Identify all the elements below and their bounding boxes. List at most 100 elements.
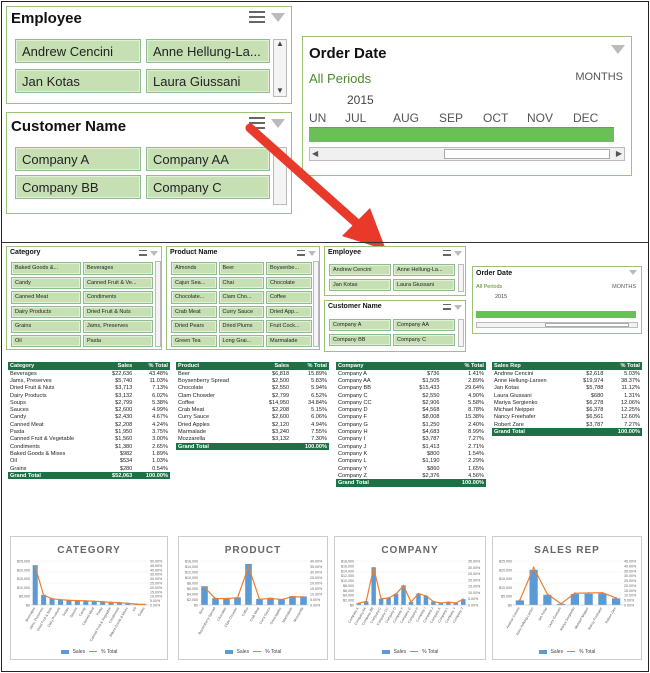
column-header[interactable]: Category <box>8 362 102 370</box>
slicer-item[interactable]: Chocolate... <box>171 291 217 304</box>
time-level-selector[interactable]: MONTHS <box>575 71 623 83</box>
scroll-thumb[interactable] <box>444 149 610 159</box>
multi-select-icon[interactable] <box>139 250 147 256</box>
slicer-item[interactable]: Dried Plums <box>218 320 264 333</box>
slicer-item[interactable]: Anne Hellung-La... <box>393 264 455 276</box>
slicer-item[interactable]: Jan Kotas <box>329 279 391 291</box>
time-level-selector[interactable]: MONTHS <box>612 284 636 290</box>
slicer-item[interactable]: Canned Meat <box>11 291 81 304</box>
scroll-up-icon[interactable]: ▲ <box>274 40 286 48</box>
slicer-item[interactable]: Clam Cho... <box>218 291 264 304</box>
timeline-scrollbar[interactable] <box>476 322 638 328</box>
slicer-item[interactable]: Candy <box>11 276 81 289</box>
column-header[interactable] <box>571 362 606 370</box>
timeline-month-label[interactable]: OCT <box>483 111 508 125</box>
slicer-item[interactable]: Oil <box>11 334 81 347</box>
table-cell: Crab Meat <box>178 407 205 414</box>
table-cell: $2,550 <box>271 385 290 392</box>
slicer-item[interactable]: Andrew Cencini <box>15 39 141 63</box>
clear-filter-icon[interactable] <box>150 250 158 256</box>
slicer-item[interactable]: Cajun Sea... <box>171 276 217 289</box>
column-header[interactable]: % Total <box>605 362 642 370</box>
slicer-item[interactable]: Long Grai... <box>218 334 264 347</box>
multi-select-icon[interactable] <box>249 11 265 23</box>
column-header[interactable] <box>400 362 442 370</box>
clear-filter-icon[interactable] <box>454 250 462 256</box>
slicer-scrollbar[interactable] <box>313 261 319 347</box>
slicer-item[interactable]: Grains <box>11 320 81 333</box>
slicer-item[interactable]: Jams, Preserves <box>83 320 153 333</box>
slicer-item[interactable]: Company A <box>15 147 141 171</box>
slicer-item[interactable]: Baked Goods &... <box>11 262 81 275</box>
column-header[interactable]: Sales Rep <box>492 362 572 370</box>
scroll-down-icon[interactable]: ▼ <box>274 87 286 95</box>
slicer-item[interactable]: Company AA <box>393 319 455 331</box>
multi-select-icon[interactable] <box>443 250 451 256</box>
slicer-item[interactable]: Almonds <box>171 262 217 275</box>
timeline-bar[interactable] <box>476 311 636 318</box>
column-header[interactable]: Company <box>336 362 401 370</box>
clear-filter-icon[interactable] <box>271 12 285 22</box>
slicer-item[interactable]: Pasta <box>83 334 153 347</box>
clear-filter-icon[interactable] <box>629 270 637 275</box>
slicer-item[interactable]: Canned Fruit & Ve... <box>83 276 153 289</box>
table-row: Company CC $2,906 5.58% <box>336 399 486 406</box>
slicer-item[interactable]: Green Tea <box>171 334 217 347</box>
table-cell: $2,799 <box>271 392 290 399</box>
y2-tick-label: 10.00% <box>150 595 163 599</box>
slicer-item[interactable]: Jan Kotas <box>15 69 141 93</box>
pct-total-point <box>546 593 549 596</box>
slicer-scrollbar[interactable]: ▲ ▼ <box>273 39 287 97</box>
table-cell: Laura Giussani <box>494 392 532 399</box>
column-header[interactable]: Sales <box>101 362 135 370</box>
multi-select-icon[interactable] <box>297 250 305 256</box>
timeline-month-label[interactable]: NOV <box>527 111 553 125</box>
slicer-item[interactable]: Chai <box>218 276 264 289</box>
slicer-item[interactable]: Dried Pears <box>171 320 217 333</box>
slicer-item[interactable]: Dairy Products <box>11 305 81 318</box>
slicer-item[interactable]: Beverages <box>83 262 153 275</box>
slicer-item[interactable]: Fruit Cock... <box>266 320 312 333</box>
slicer-item[interactable]: Coffee <box>266 291 312 304</box>
slicer-item[interactable]: Curry Sauce <box>218 305 264 318</box>
slicer-scrollbar[interactable] <box>155 261 161 347</box>
slicer-item[interactable]: Company BB <box>329 334 391 346</box>
x-category-label: Laura Giussani <box>547 606 562 628</box>
slicer-item[interactable]: Dried Fruit & Nuts <box>83 305 153 318</box>
column-header[interactable]: % Total <box>291 362 329 370</box>
slicer-scrollbar[interactable] <box>458 319 464 347</box>
table-cell: 11.12% <box>621 385 640 392</box>
slicer-item[interactable]: Anne Hellung-La... <box>146 39 270 63</box>
table-cell: Company L <box>338 458 367 465</box>
scroll-right-icon[interactable]: ▶ <box>616 149 622 158</box>
slicer-item[interactable]: Laura Giussani <box>393 279 455 291</box>
slicer-item[interactable]: Company C <box>393 334 455 346</box>
y-tick-label: $25,000 <box>17 560 30 564</box>
timeline-month-label[interactable]: DEC <box>573 111 598 125</box>
slicer-item[interactable]: Boysenbe... <box>266 262 312 275</box>
slicer-item[interactable]: Laura Giussani <box>146 69 270 93</box>
clear-filter-icon[interactable] <box>454 304 462 310</box>
slicer-item[interactable]: Chocolate <box>266 276 312 289</box>
table-cell: 2.65% <box>152 443 168 450</box>
slicer-item[interactable]: Dried App... <box>266 305 312 318</box>
clear-filter-icon[interactable] <box>308 250 316 256</box>
slicer-item[interactable]: Company BB <box>15 175 141 199</box>
slicer-scrollbar[interactable] <box>458 264 464 292</box>
column-header[interactable]: % Total <box>441 362 486 370</box>
slicer-item[interactable]: Beer <box>218 262 264 275</box>
multi-select-icon[interactable] <box>443 304 451 310</box>
slicer-item[interactable]: Marmalade <box>266 334 312 347</box>
table-cell: 100.00% <box>291 442 329 451</box>
slicer-item[interactable]: Company A <box>329 319 391 331</box>
column-header[interactable]: Product <box>176 362 256 370</box>
column-header[interactable]: % Total <box>134 362 170 370</box>
slicer-item[interactable]: Crab Meat <box>171 305 217 318</box>
table-row: Company F $8,008 15.38% <box>336 414 486 421</box>
timeline-month-label[interactable]: SEP <box>439 111 463 125</box>
clear-filter-icon[interactable] <box>611 45 625 54</box>
column-header[interactable]: Sales <box>255 362 292 370</box>
scroll-thumb[interactable] <box>545 323 629 327</box>
slicer-item[interactable]: Condiments <box>83 291 153 304</box>
slicer-item[interactable]: Andrew Cencini <box>329 264 391 276</box>
